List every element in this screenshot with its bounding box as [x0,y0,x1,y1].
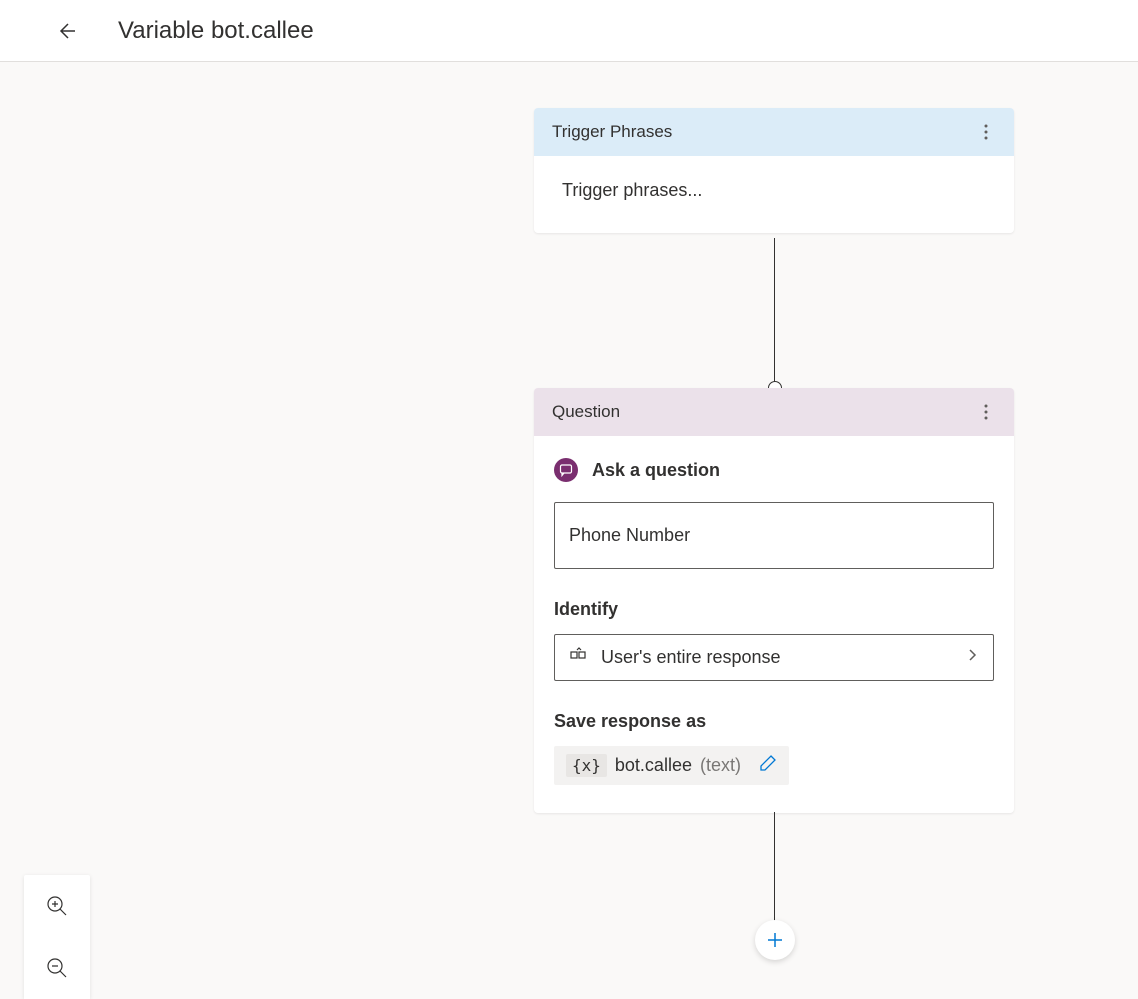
page-header: Variable bot.callee [0,0,1138,62]
ask-question-row: Ask a question [554,458,994,482]
pencil-icon [759,754,777,772]
variable-name: bot.callee [615,755,692,776]
entity-icon [569,646,587,669]
question-more-button[interactable] [976,400,996,424]
more-vertical-icon [984,404,988,420]
zoom-in-icon [46,895,68,917]
question-body: Ask a question Identify User's entire re… [534,436,1014,813]
variable-badge-icon: {x} [566,754,607,777]
zoom-in-button[interactable] [24,875,90,937]
zoom-out-icon [46,957,68,979]
ask-question-label: Ask a question [592,460,720,481]
save-response-label: Save response as [554,711,994,732]
edit-variable-button[interactable] [759,754,777,777]
trigger-phrases-node[interactable]: Trigger Phrases Trigger phrases... [534,108,1014,233]
plus-icon [766,931,784,949]
more-vertical-icon [984,124,988,140]
question-text-input[interactable] [554,502,994,569]
question-header-label: Question [552,402,620,422]
connector-line [774,812,775,940]
add-node-button[interactable] [755,920,795,960]
question-icon [554,458,578,482]
chevron-right-icon [965,648,979,667]
back-arrow-icon [56,19,80,43]
identify-select[interactable]: User's entire response [554,634,994,681]
back-button[interactable] [50,13,86,49]
question-node-header: Question [534,388,1014,436]
identify-label: Identify [554,599,994,620]
trigger-more-button[interactable] [976,120,996,144]
question-node[interactable]: Question Ask a question Identify [534,388,1014,813]
trigger-node-header: Trigger Phrases [534,108,1014,156]
flow-canvas[interactable]: Trigger Phrases Trigger phrases... Quest… [0,62,1138,999]
zoom-out-button[interactable] [24,937,90,999]
trigger-header-label: Trigger Phrases [552,122,672,142]
page-title: Variable bot.callee [118,17,314,45]
trigger-body[interactable]: Trigger phrases... [534,156,1014,233]
identify-value: User's entire response [601,647,781,668]
variable-chip[interactable]: {x} bot.callee (text) [554,746,789,785]
variable-type: (text) [700,755,741,776]
connector-line [774,238,775,388]
zoom-controls [24,875,90,999]
